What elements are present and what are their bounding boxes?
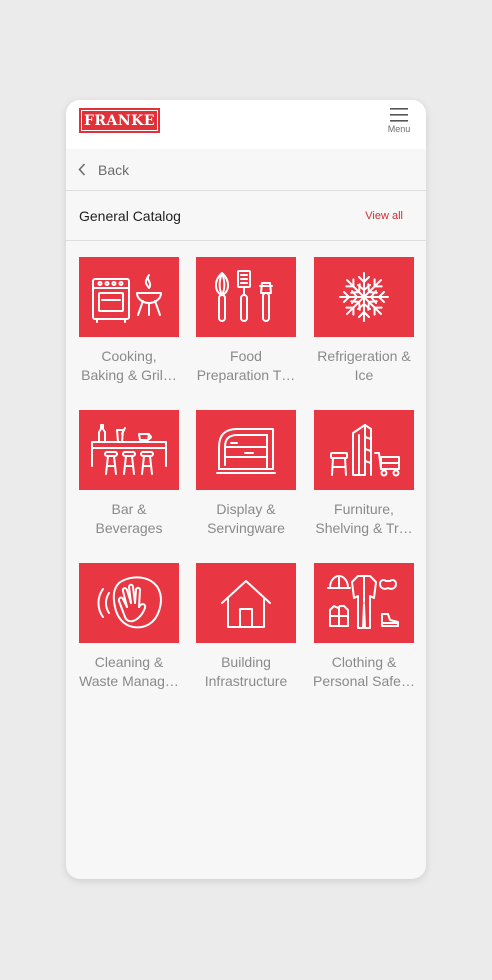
category-label: Display & Servingware <box>207 501 285 536</box>
hamburger-icon <box>390 108 408 122</box>
chevron-left-icon <box>78 163 86 176</box>
cooking-icon <box>92 274 162 323</box>
category-label: Cooking, Baking & Gril… <box>81 348 177 383</box>
furniture-icon <box>330 424 400 477</box>
catalog-header: General Catalog View all <box>66 191 426 241</box>
top-bar: FRANKE Menu <box>66 100 426 149</box>
category-label: Furniture, Shelving & Tr… <box>315 501 413 536</box>
category-image <box>314 410 414 490</box>
menu-label: Menu <box>387 124 411 134</box>
back-button[interactable]: Back <box>66 149 426 191</box>
category-label: Cleaning & Waste Manag… <box>79 654 179 689</box>
category-image <box>196 410 296 490</box>
category-tile-food-preparation[interactable]: Food Preparation T… <box>196 257 296 385</box>
food-preparation-icon <box>215 270 273 322</box>
bar-icon <box>91 424 167 475</box>
catalog-title: General Catalog <box>79 207 181 224</box>
category-label: Food Preparation T… <box>196 348 296 383</box>
category-label: Clothing & Personal Safe… <box>313 654 415 689</box>
display-case-icon <box>216 428 276 474</box>
menu-button[interactable]: Menu <box>386 108 412 138</box>
category-image <box>314 257 414 337</box>
category-tile-furniture[interactable]: Furniture, Shelving & Tr… <box>314 410 414 538</box>
category-image <box>79 410 179 490</box>
category-image <box>196 257 296 337</box>
category-tile-clothing[interactable]: Clothing & Personal Safe… <box>313 563 415 691</box>
house-icon <box>221 580 271 628</box>
category-label: Refrigeration & Ice <box>317 348 411 383</box>
category-tile-cooking[interactable]: Cooking, Baking & Gril… <box>79 257 179 385</box>
logo-text: FRANKE <box>81 110 158 131</box>
category-tile-refrigeration[interactable]: Refrigeration & Ice <box>314 257 414 385</box>
category-tile-display[interactable]: Display & Servingware <box>196 410 296 538</box>
category-tile-cleaning[interactable]: Cleaning & Waste Manag… <box>79 563 179 691</box>
view-all-link[interactable]: View all <box>365 210 403 222</box>
cleaning-hand-icon <box>97 576 162 629</box>
snowflake-icon <box>339 272 389 322</box>
category-label: Building Infrastructure <box>204 654 288 689</box>
category-image <box>314 563 414 643</box>
category-image <box>79 257 179 337</box>
category-image <box>79 563 179 643</box>
franke-logo[interactable]: FRANKE <box>79 108 160 133</box>
clothing-icon <box>327 575 399 629</box>
category-tile-bar[interactable]: Bar & Beverages <box>79 410 179 538</box>
category-tile-building[interactable]: Building Infrastructure <box>196 563 296 691</box>
app-window: FRANKE Menu Back General Catalog View al… <box>66 100 426 879</box>
category-label: Bar & Beverages <box>95 501 163 536</box>
back-label: Back <box>98 161 130 178</box>
category-image <box>196 563 296 643</box>
